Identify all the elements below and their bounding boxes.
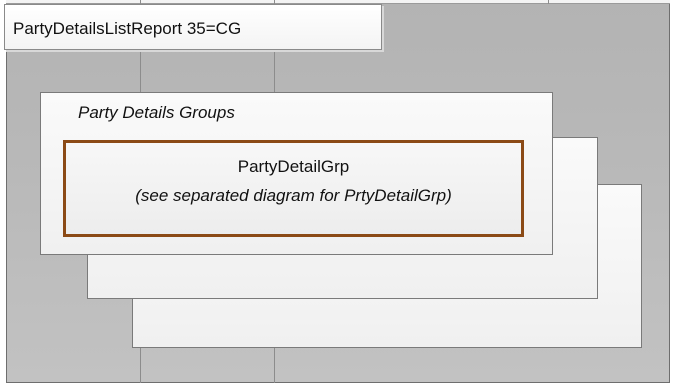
component-name: PartyDetailGrp	[237, 157, 350, 176]
diagram-canvas: PartyDetailsListReport 35=CG Party Detai…	[0, 0, 673, 387]
component-note: (see separated diagram for PrtyDetailGrp…	[135, 186, 452, 205]
column-divider-tick	[548, 0, 549, 4]
component-box: PartyDetailGrp (see separated diagram fo…	[63, 140, 524, 237]
group-heading: Party Details Groups	[78, 103, 235, 122]
message-title-box: PartyDetailsListReport 35=CG	[4, 4, 382, 50]
message-title: PartyDetailsListReport 35=CG	[13, 19, 242, 38]
